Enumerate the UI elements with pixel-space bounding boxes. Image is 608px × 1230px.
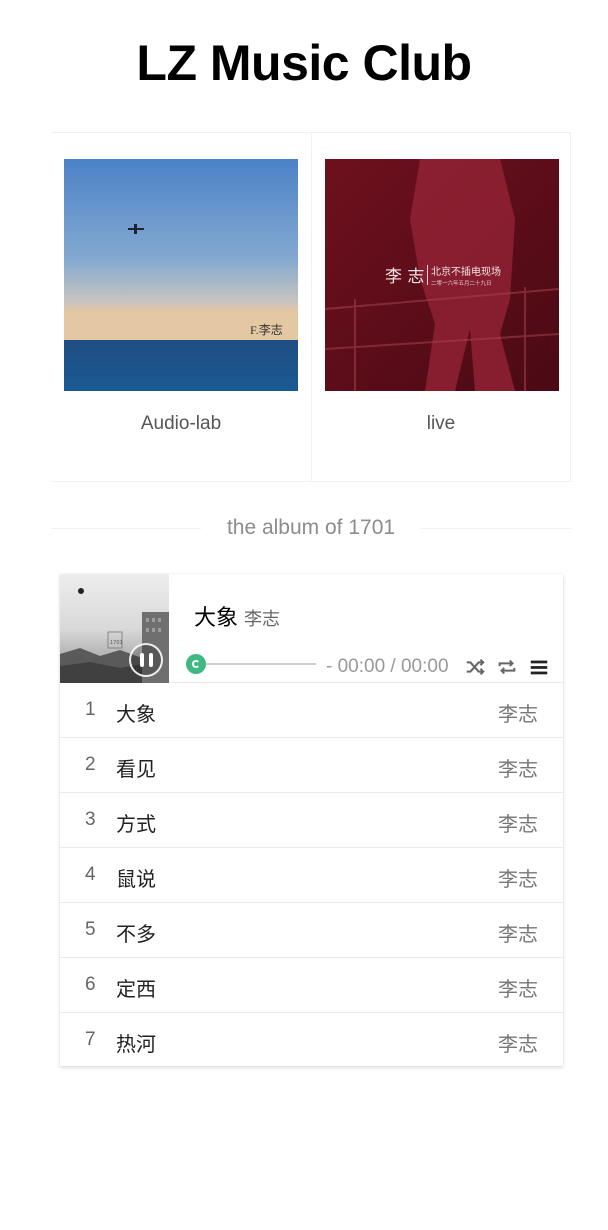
album-cover-text: F.李志: [250, 322, 283, 337]
player-head: 1701 大象 李志 - 00:00 / 00:00: [60, 574, 563, 683]
playlist-menu-button[interactable]: [528, 656, 550, 678]
pause-icon: [139, 653, 144, 667]
track-artist: 李志: [498, 1034, 538, 1056]
album-name[interactable]: live: [312, 413, 570, 435]
track-number: 7: [85, 1029, 96, 1050]
divider-line: [421, 527, 571, 529]
section-divider: the album of 1701: [51, 512, 571, 544]
track-title: 方式: [116, 814, 156, 836]
pause-button[interactable]: [129, 643, 163, 677]
album-cover-image[interactable]: F.李志: [64, 159, 298, 391]
album-cover-date: 二零一六年五月二十九日: [431, 279, 492, 287]
track-row[interactable]: 6 定西 李志: [60, 958, 563, 1013]
progress-bar[interactable]: [186, 654, 316, 674]
now-playing-title: 大象: [194, 605, 239, 630]
track-title: 看见: [116, 759, 156, 781]
divider-line: [51, 527, 201, 529]
track-number: 1: [85, 699, 96, 720]
track-row[interactable]: 1 大象 李志: [60, 683, 563, 738]
track-row[interactable]: 2 看见 李志: [60, 738, 563, 793]
album-cover-subtitle: 北京不插电现场: [431, 265, 501, 278]
site-title: LZ Music Club: [136, 35, 472, 91]
album-name[interactable]: Audio-lab: [51, 413, 311, 435]
time-readout: - 00:00 / 00:00: [326, 656, 449, 677]
track-artist: 李志: [498, 924, 538, 946]
track-number: 2: [85, 754, 96, 775]
repeat-icon: [498, 659, 516, 675]
track-row[interactable]: 3 方式 李志: [60, 793, 563, 848]
track-row[interactable]: 4 鼠说 李志: [60, 848, 563, 903]
track-list: 1 大象 李志 2 看见 李志 3 方式 李志 4 鼠说 李志 5 不多 李志 6 定西 李志 7 热河 李志: [60, 683, 563, 1068]
now-playing-cover[interactable]: 1701: [60, 574, 169, 683]
playlist-menu-icon: [530, 660, 548, 675]
album-cover-artist: 李 志: [385, 267, 424, 287]
album-card-live[interactable]: 李 志 北京不插电现场 二零一六年五月二十九日 live: [311, 133, 571, 481]
now-playing-info: 大象 李志: [194, 600, 280, 632]
track-title: 热河: [116, 1034, 156, 1056]
track-title: 鼠说: [116, 869, 156, 891]
track-title: 大象: [116, 704, 156, 726]
now-playing-artist: 李志: [244, 609, 281, 629]
cover-mark: 1701: [110, 640, 123, 646]
track-artist: 李志: [498, 704, 538, 726]
album-card-audio-lab[interactable]: F.李志 Audio-lab: [51, 133, 311, 481]
track-artist: 李志: [498, 869, 538, 891]
section-label: the album of 1701: [226, 516, 396, 539]
track-artist: 李志: [498, 759, 538, 781]
shuffle-icon: [466, 658, 485, 676]
track-number: 5: [85, 919, 96, 940]
track-artist: 李志: [498, 979, 538, 1001]
album-grid: F.李志 Audio-lab 李 志 北京不插电现场 二零一六年五月二十九日 l…: [51, 132, 571, 482]
album-cover-image[interactable]: 李 志 北京不插电现场 二零一六年五月二十九日: [325, 159, 559, 391]
loading-icon: [192, 660, 200, 668]
pause-icon: [148, 653, 153, 667]
track-artist: 李志: [498, 814, 538, 836]
progress-thumb[interactable]: [186, 654, 206, 674]
track-row[interactable]: 7 热河 李志: [60, 1013, 563, 1068]
track-row[interactable]: 5 不多 李志: [60, 903, 563, 958]
music-player: 1701 大象 李志 - 00:00 / 00:00 1 大象 李志 2 看见 …: [60, 574, 563, 1066]
track-title: 不多: [116, 924, 156, 946]
track-number: 6: [85, 974, 96, 995]
repeat-button[interactable]: [496, 656, 518, 678]
track-number: 3: [85, 809, 96, 830]
shuffle-button[interactable]: [464, 656, 486, 678]
track-title: 定西: [116, 979, 156, 1001]
track-number: 4: [85, 864, 96, 885]
